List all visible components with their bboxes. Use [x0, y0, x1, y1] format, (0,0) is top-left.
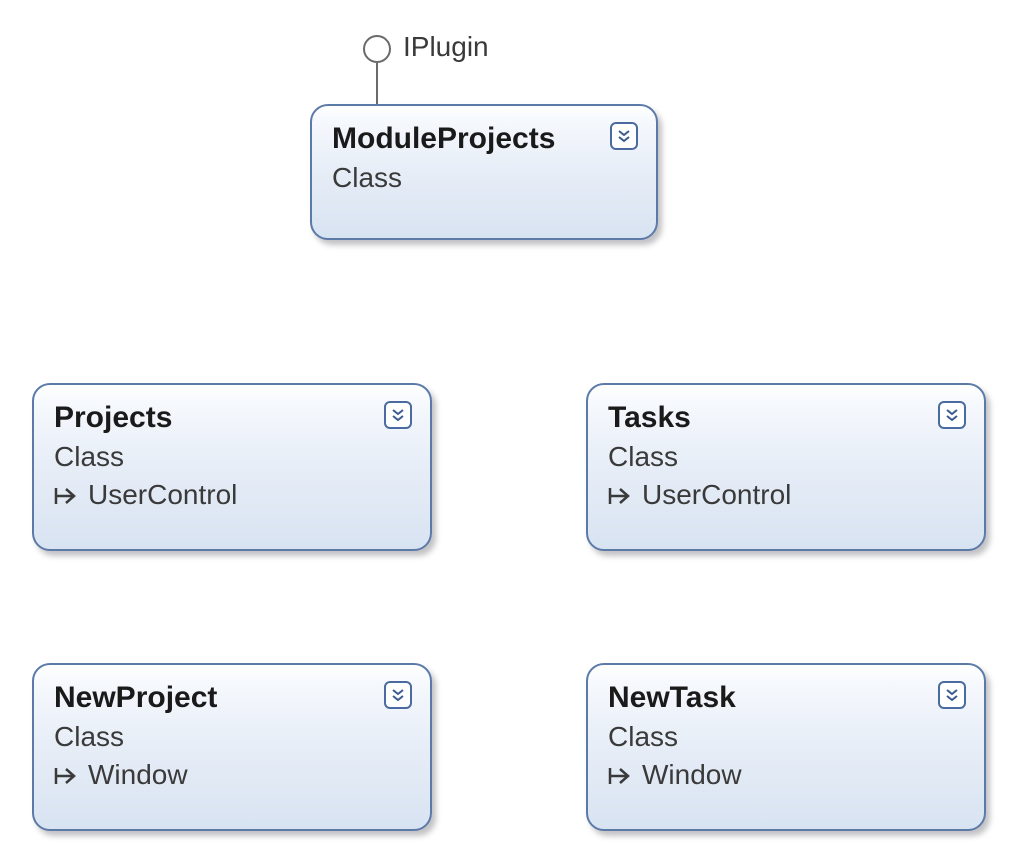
- lollipop-stem: [376, 63, 378, 104]
- base-arrow-icon: [608, 765, 634, 787]
- class-name: Tasks: [608, 401, 964, 435]
- expand-button[interactable]: [384, 401, 412, 429]
- class-stereotype: Class: [54, 721, 410, 753]
- chevron-double-down-icon: [616, 128, 632, 144]
- class-box-newtask[interactable]: NewTask Class Window: [586, 663, 986, 831]
- class-stereotype: Class: [608, 441, 964, 473]
- class-base: UserControl: [54, 479, 410, 511]
- chevron-double-down-icon: [390, 407, 406, 423]
- class-name: NewTask: [608, 681, 964, 715]
- class-name: Projects: [54, 401, 410, 435]
- expand-button[interactable]: [938, 401, 966, 429]
- base-arrow-icon: [54, 765, 80, 787]
- expand-button[interactable]: [610, 122, 638, 150]
- interface-lollipop: IPlugin: [363, 35, 391, 63]
- class-base-text: Window: [642, 759, 742, 790]
- class-name: NewProject: [54, 681, 410, 715]
- chevron-double-down-icon: [944, 407, 960, 423]
- class-stereotype: Class: [608, 721, 964, 753]
- class-box-tasks[interactable]: Tasks Class UserControl: [586, 383, 986, 551]
- class-stereotype: Class: [54, 441, 410, 473]
- class-base: Window: [54, 759, 410, 791]
- hollow-circle-icon: [363, 35, 391, 63]
- class-name: ModuleProjects: [332, 122, 636, 156]
- class-base-text: UserControl: [642, 479, 791, 510]
- class-base: Window: [608, 759, 964, 791]
- class-base-text: Window: [88, 759, 188, 790]
- expand-button[interactable]: [384, 681, 412, 709]
- class-stereotype: Class: [332, 162, 636, 194]
- class-box-moduleprojects[interactable]: ModuleProjects Class: [310, 104, 658, 240]
- chevron-double-down-icon: [390, 687, 406, 703]
- diagram-canvas: IPlugin ModuleProjects Class Projects Cl…: [0, 0, 1024, 866]
- base-arrow-icon: [54, 485, 80, 507]
- class-box-projects[interactable]: Projects Class UserControl: [32, 383, 432, 551]
- class-box-newproject[interactable]: NewProject Class Window: [32, 663, 432, 831]
- interface-label: IPlugin: [403, 31, 489, 63]
- chevron-double-down-icon: [944, 687, 960, 703]
- base-arrow-icon: [608, 485, 634, 507]
- expand-button[interactable]: [938, 681, 966, 709]
- class-base-text: UserControl: [88, 479, 237, 510]
- class-base: UserControl: [608, 479, 964, 511]
